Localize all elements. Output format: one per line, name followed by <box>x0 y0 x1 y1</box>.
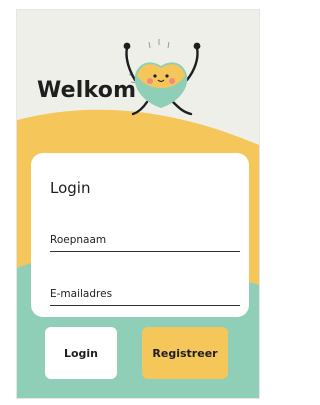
register-button[interactable]: Registreer <box>142 327 228 379</box>
login-card: Login <box>31 153 249 317</box>
page-title: Welkom <box>37 78 137 103</box>
nickname-field[interactable] <box>50 229 240 252</box>
login-card-title: Login <box>50 179 91 197</box>
login-button[interactable]: Login <box>45 327 117 379</box>
email-field[interactable] <box>50 283 240 306</box>
